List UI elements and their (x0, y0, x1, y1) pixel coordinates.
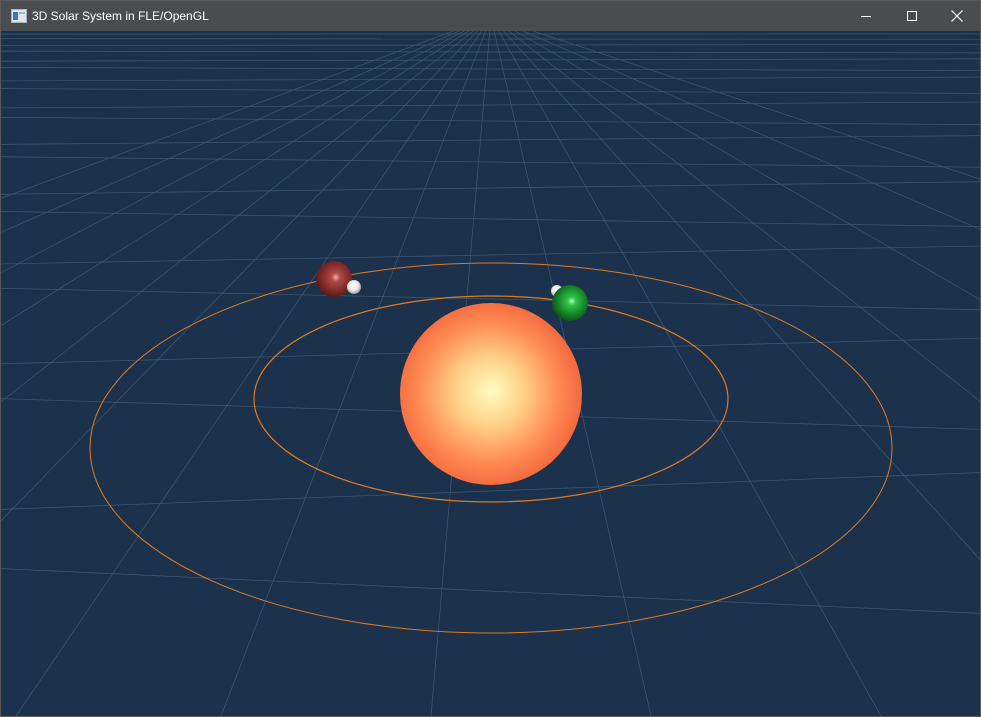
moon-sphere-1 (347, 280, 361, 294)
minimize-button[interactable] (843, 1, 889, 31)
minimize-icon (861, 11, 871, 21)
app-window-icon (11, 9, 27, 23)
maximize-icon (907, 11, 917, 21)
close-icon (951, 10, 963, 22)
sun-sphere (400, 303, 582, 485)
scene-canvas (1, 31, 980, 716)
red-planet-sphere (316, 261, 352, 297)
app-window: 3D Solar System in FLE/OpenGL (0, 0, 981, 717)
green-planet-sphere (552, 285, 588, 321)
window-title: 3D Solar System in FLE/OpenGL (32, 9, 209, 23)
close-button[interactable] (934, 1, 980, 31)
title-bar[interactable]: 3D Solar System in FLE/OpenGL (1, 1, 980, 31)
maximize-button[interactable] (889, 1, 935, 31)
opengl-viewport[interactable] (1, 31, 980, 716)
